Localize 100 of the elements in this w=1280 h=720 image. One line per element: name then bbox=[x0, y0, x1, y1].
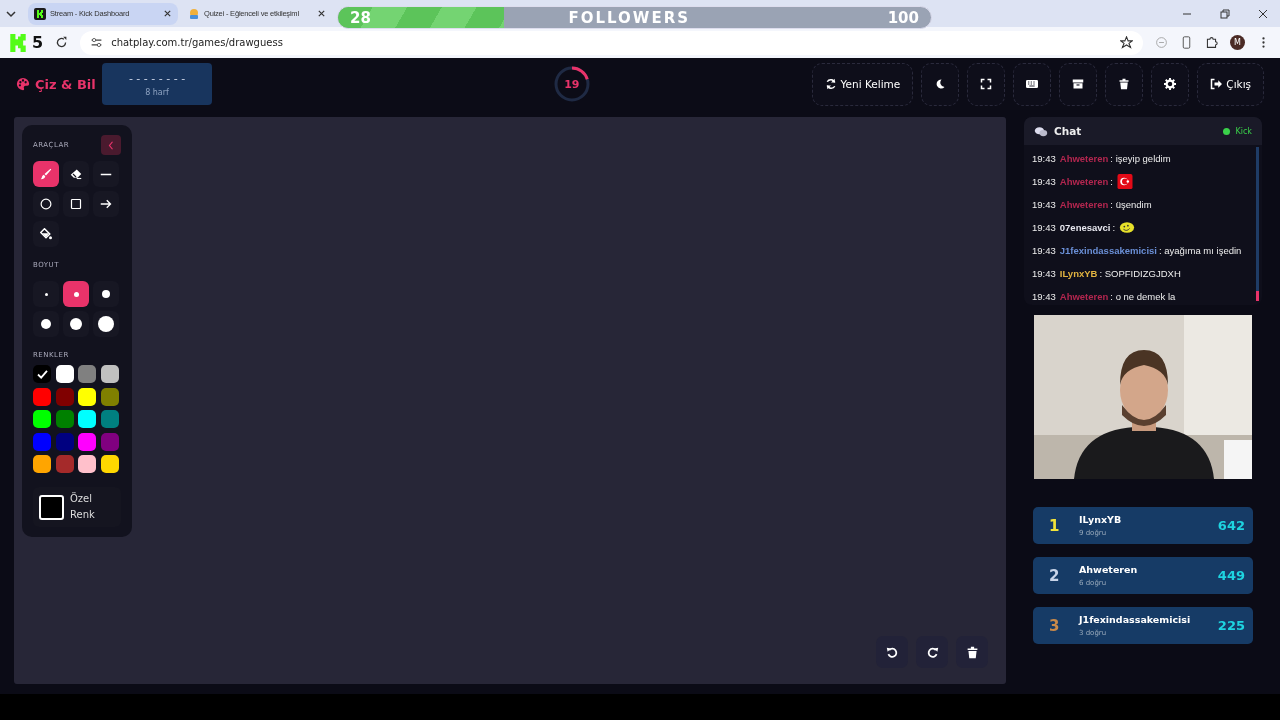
message-text: : bbox=[1110, 175, 1113, 187]
close-icon[interactable] bbox=[1258, 8, 1268, 19]
color-swatch[interactable] bbox=[33, 455, 51, 473]
color-swatch[interactable] bbox=[100, 455, 119, 473]
chat-title: Chat bbox=[1054, 125, 1082, 137]
brush-size-button[interactable] bbox=[63, 311, 89, 337]
rank-number: 1 bbox=[1049, 516, 1061, 535]
archive-icon bbox=[1072, 78, 1085, 90]
extensions-icon[interactable] bbox=[1205, 36, 1218, 49]
restore-icon[interactable] bbox=[1220, 8, 1230, 19]
icon-button[interactable] bbox=[876, 636, 908, 668]
app-title: Çiz & Bil bbox=[35, 76, 96, 92]
rank-number: 3 bbox=[1049, 616, 1061, 635]
brush-size-button[interactable] bbox=[63, 281, 89, 307]
player-score: 449 bbox=[1217, 568, 1245, 583]
chevron-left-icon bbox=[108, 140, 114, 150]
message-time: 19:43 bbox=[1032, 290, 1056, 302]
color-swatch[interactable] bbox=[100, 365, 119, 383]
followers-goal: 100 bbox=[887, 8, 919, 27]
color-swatch[interactable] bbox=[33, 432, 51, 451]
color-swatch[interactable] bbox=[55, 365, 74, 383]
chat-source: Kick bbox=[1235, 126, 1252, 136]
color-swatch[interactable] bbox=[55, 432, 74, 451]
tool-button[interactable] bbox=[33, 161, 59, 187]
logout-icon bbox=[1210, 78, 1223, 90]
message-time: 19:43 bbox=[1032, 175, 1056, 187]
settings-icon bbox=[1164, 78, 1177, 90]
chat-username: Ahweteren bbox=[1059, 152, 1109, 164]
redo-icon bbox=[925, 645, 939, 659]
tool-button[interactable] bbox=[33, 221, 59, 247]
moon-icon bbox=[934, 78, 947, 90]
message-text: : ayağıma mı işedin bbox=[1158, 244, 1242, 256]
color-swatch[interactable] bbox=[55, 410, 74, 428]
chat-username: Ahweteren bbox=[1059, 290, 1109, 302]
custom-color-label: Özel Renk bbox=[70, 491, 96, 522]
icon-button[interactable] bbox=[916, 636, 948, 668]
address-bar[interactable]: chatplay.com.tr/games/drawguess bbox=[80, 30, 1143, 55]
profile-avatar[interactable]: M bbox=[1230, 35, 1245, 50]
site-settings-icon[interactable] bbox=[90, 36, 104, 49]
color-swatch[interactable] bbox=[100, 432, 119, 451]
color-swatch[interactable] bbox=[100, 387, 119, 406]
quiz-logo-icon bbox=[188, 7, 200, 20]
tool-button[interactable] bbox=[63, 161, 89, 187]
tab-list-icon[interactable] bbox=[6, 9, 16, 18]
check-icon bbox=[36, 369, 48, 379]
rank-number: 2 bbox=[1049, 566, 1061, 585]
tool-button[interactable] bbox=[63, 191, 89, 217]
color-swatch[interactable] bbox=[78, 387, 96, 406]
close-icon[interactable] bbox=[317, 9, 326, 18]
color-swatch[interactable] bbox=[78, 455, 96, 473]
icon-button[interactable] bbox=[956, 636, 988, 668]
icon-button[interactable] bbox=[1151, 62, 1190, 106]
message-text: : o ne demek la bbox=[1110, 290, 1176, 302]
tool-button[interactable] bbox=[93, 191, 119, 217]
color-swatch[interactable] bbox=[55, 455, 74, 473]
header-button[interactable]: Çıkış bbox=[1197, 62, 1264, 106]
circle-icon bbox=[40, 198, 52, 210]
phone-icon[interactable] bbox=[1180, 36, 1193, 49]
message-text: : bbox=[1112, 221, 1116, 233]
tool-button[interactable] bbox=[33, 191, 59, 217]
brush-size-button[interactable] bbox=[33, 311, 59, 337]
message-text: : üşendim bbox=[1110, 198, 1152, 210]
chat-username: 07enesavci bbox=[1059, 221, 1111, 233]
player-score: 225 bbox=[1217, 618, 1245, 633]
color-swatch[interactable] bbox=[78, 410, 96, 428]
chat-username: Ahweteren bbox=[1059, 175, 1109, 187]
icon-button[interactable] bbox=[1059, 62, 1098, 106]
keyboard-icon bbox=[1026, 78, 1039, 90]
custom-color-swatch[interactable] bbox=[39, 494, 64, 520]
header-button[interactable]: Yeni Kelime bbox=[811, 62, 914, 106]
overlay-count: 5 bbox=[32, 33, 44, 52]
message-time: 19:43 bbox=[1032, 244, 1056, 256]
message-text: : işeyip geldim bbox=[1110, 152, 1171, 164]
refresh-icon bbox=[824, 78, 837, 90]
color-swatch[interactable] bbox=[100, 410, 119, 428]
collapse-button[interactable] bbox=[101, 135, 121, 155]
brush-icon bbox=[40, 168, 52, 180]
color-swatch[interactable] bbox=[33, 365, 51, 383]
brush-size-button[interactable] bbox=[93, 281, 119, 307]
icon-button[interactable] bbox=[1105, 62, 1144, 106]
undo-icon bbox=[885, 645, 899, 659]
close-icon[interactable] bbox=[163, 9, 172, 18]
color-swatch[interactable] bbox=[33, 410, 51, 428]
chat-username: Ahweteren bbox=[1059, 198, 1109, 210]
color-swatch[interactable] bbox=[78, 432, 96, 451]
chat-username: ILynxYB bbox=[1059, 267, 1098, 279]
palette-icon bbox=[16, 77, 30, 91]
timer-value: 19 bbox=[564, 77, 580, 91]
brush-size-button[interactable] bbox=[93, 311, 119, 337]
eraser-icon bbox=[70, 168, 82, 180]
color-swatch[interactable] bbox=[78, 365, 96, 383]
color-swatch[interactable] bbox=[55, 387, 74, 406]
followers-label: FOLLOWERS bbox=[567, 8, 691, 27]
bookmark-star-icon[interactable] bbox=[1120, 36, 1133, 49]
trash-icon bbox=[1118, 78, 1131, 90]
live-dot bbox=[1222, 127, 1230, 135]
color-swatch[interactable] bbox=[33, 387, 51, 406]
icon-button[interactable] bbox=[1013, 62, 1052, 106]
reload-icon[interactable] bbox=[55, 36, 69, 49]
chat-username: J1fexindassakemicisi bbox=[1059, 244, 1157, 256]
